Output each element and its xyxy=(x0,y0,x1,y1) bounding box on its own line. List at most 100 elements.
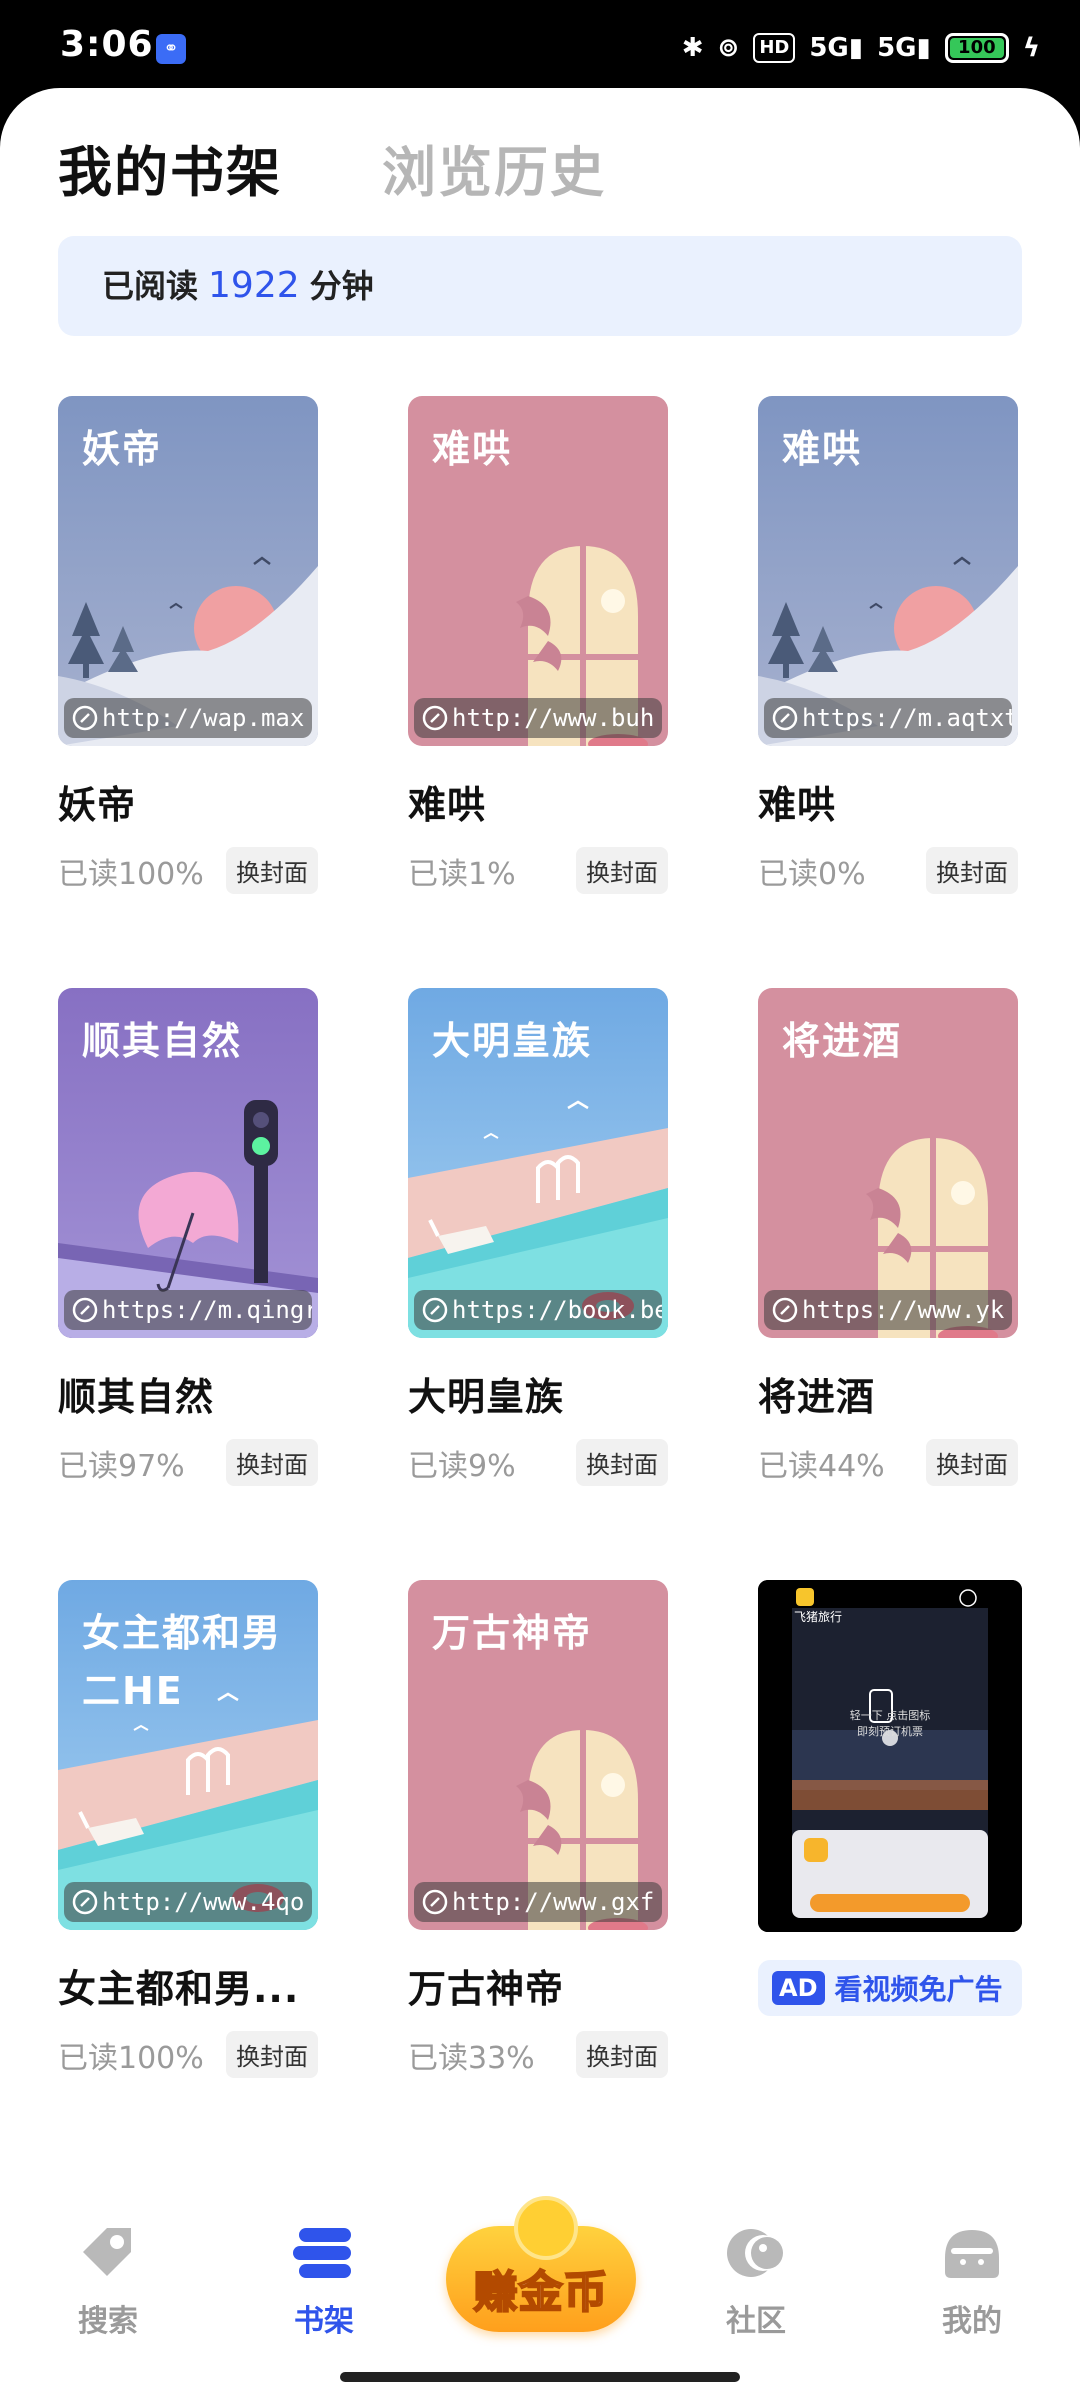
bookshelf-icon xyxy=(293,2228,351,2278)
change-cover-button[interactable]: 换封面 xyxy=(576,2031,668,2078)
book-card[interactable]: 大明皇族 https://book.be 大明皇族已读9% 换封面 xyxy=(408,988,668,1486)
cover-title: 女主都和男二HE xyxy=(82,1611,283,1713)
book-meta: 已读100% 换封面 xyxy=(58,2031,318,2078)
bluetooth-icon: ✱ xyxy=(681,33,704,63)
nav-earn-coins[interactable]: 赚金币 xyxy=(446,2196,636,2336)
book-meta: 已读1% 换封面 xyxy=(408,847,668,894)
source-url: https://m.aqtxt. xyxy=(764,698,1012,738)
reading-prefix: 已阅读 xyxy=(102,267,199,305)
read-progress: 已读100% xyxy=(58,856,204,892)
link-icon xyxy=(772,1296,802,1324)
nav-community[interactable]: 社区 xyxy=(676,2218,836,2340)
status-time: 3:06 xyxy=(60,24,154,65)
book-card[interactable]: 将进酒 https://www.yk 将进酒 已读44% 换封面 xyxy=(758,988,1018,1486)
bottom-nav: 搜索 书架 赚金币 社区 我的 xyxy=(0,2176,1080,2400)
cover-title: 难哄 xyxy=(782,427,863,471)
read-progress: 已读1% xyxy=(408,856,516,892)
book-meta: 已读97% 换封面 xyxy=(58,1439,318,1486)
book-cover[interactable]: 万古神帝 http://www.gxf xyxy=(408,1580,668,1930)
ad-video-text: 轻一下 点击图标 即刻预订机票 xyxy=(849,1709,931,1738)
change-cover-button[interactable]: 换封面 xyxy=(926,847,1018,894)
change-cover-button[interactable]: 换封面 xyxy=(576,847,668,894)
reading-time-banner: 已阅读 1922 分钟 xyxy=(58,236,1022,336)
read-progress: 已读100% xyxy=(58,2040,204,2076)
tab-browse-history[interactable]: 浏览历史 xyxy=(382,128,606,207)
book-card[interactable]: 难哄 http://www.buh 难哄已读1% 换封面 xyxy=(408,396,668,894)
book-title: 女主都和男... xyxy=(58,1967,300,2011)
nav-search[interactable]: 搜索 xyxy=(28,2218,188,2340)
search-tag-icon xyxy=(83,2228,131,2276)
book-cover[interactable]: 妖帝 http://wap.max xyxy=(58,396,318,746)
book-card[interactable]: 顺其自然 https://m.qingr 顺其自然已读97% 换封面 xyxy=(58,988,318,1486)
nav-profile-label: 我的 xyxy=(942,2304,1002,2339)
cover-title: 妖帝 xyxy=(82,427,163,471)
book-cover[interactable]: 女主都和男二HE http://www.4qo xyxy=(58,1580,318,1930)
change-cover-button[interactable]: 换封面 xyxy=(226,2031,318,2078)
nav-profile[interactable]: 我的 xyxy=(892,2218,1052,2340)
ad-card[interactable]: 飞猪旅行轻一下 点击图标 即刻预订机票 AD 看视频免广告 xyxy=(758,1580,1022,2016)
ad-video[interactable]: 飞猪旅行轻一下 点击图标 即刻预订机票 xyxy=(758,1580,1022,1932)
ad-brand: 飞猪旅行 xyxy=(794,1610,843,1624)
watch-video-remove-ads-button[interactable]: AD 看视频免广告 xyxy=(758,1960,1022,2016)
link-icon xyxy=(772,704,802,732)
cover-title: 万古神帝 xyxy=(432,1611,593,1655)
read-progress: 已读0% xyxy=(758,856,866,892)
cover-title: 顺其自然 xyxy=(82,1019,243,1063)
book-title: 难哄 xyxy=(758,783,837,827)
link-icon xyxy=(422,1888,452,1916)
read-progress: 已读33% xyxy=(408,2040,535,2076)
source-url: http://www.4qo xyxy=(64,1882,312,1922)
change-cover-button[interactable]: 换封面 xyxy=(226,847,318,894)
status-bar: 3:06 ⚭ ✱ ⊚ HD 5G▮ 5G▮ 100 ϟ xyxy=(0,0,1080,96)
nav-community-label: 社区 xyxy=(726,2304,786,2339)
bookshelf-page: 我的书架 浏览历史 已阅读 1922 分钟 妖帝 http://wap.max 妖帝 已读… xyxy=(0,88,1080,2400)
book-cover[interactable]: 难哄 https://m.aqtxt. xyxy=(758,396,1018,746)
coin-book-icon xyxy=(514,2196,578,2260)
home-indicator[interactable] xyxy=(340,2372,740,2382)
tab-my-bookshelf[interactable]: 我的书架 xyxy=(58,128,282,207)
link-icon xyxy=(422,1296,452,1324)
source-url: https://m.qingr xyxy=(64,1290,312,1330)
book-card[interactable]: 女主都和男二HE http://www.4qo 女主都和男... 已读100% 换封面 xyxy=(58,1580,318,2078)
book-card[interactable]: 难哄 https://m.aqtxt. 难哄已读0% 换封面 xyxy=(758,396,1018,894)
book-title: 大明皇族 xyxy=(408,1375,565,1419)
book-title: 妖帝 xyxy=(58,783,137,827)
book-cover[interactable]: 将进酒 https://www.yk xyxy=(758,988,1018,1338)
signal-icon-1: 5G▮ xyxy=(809,33,864,63)
book-meta: 已读100% 换封面 xyxy=(58,847,318,894)
tab-bar: 我的书架 浏览历史 xyxy=(58,128,606,207)
hotspot-icon: ⊚ xyxy=(717,33,740,63)
link-icon xyxy=(422,704,452,732)
book-cover[interactable]: 顺其自然 https://m.qingr xyxy=(58,988,318,1338)
battery-icon: 100 xyxy=(944,33,1009,63)
book-card[interactable]: 万古神帝 http://www.gxf 万古神帝 已读33% 换封面 xyxy=(408,1580,668,2078)
book-meta: 已读9% 换封面 xyxy=(408,1439,668,1486)
ad-button-label: 看视频免广告 xyxy=(834,1973,1003,2006)
link-icon xyxy=(72,704,102,732)
book-title: 将进酒 xyxy=(758,1375,876,1419)
nav-bookshelf[interactable]: 书架 xyxy=(244,2218,404,2340)
read-progress: 已读44% xyxy=(758,1448,885,1484)
change-cover-button[interactable]: 换封面 xyxy=(226,1439,318,1486)
source-url: https://book.be xyxy=(414,1290,662,1330)
book-title: 万古神帝 xyxy=(408,1967,565,2011)
cover-title: 大明皇族 xyxy=(432,1019,593,1063)
book-card[interactable]: 妖帝 http://wap.max 妖帝 已读100% 换封面 xyxy=(58,396,318,894)
nav-bookshelf-label: 书架 xyxy=(294,2304,354,2339)
earn-coins-label: 赚金币 xyxy=(473,2266,609,2319)
status-icons: ✱ ⊚ HD 5G▮ 5G▮ 100 ϟ xyxy=(682,28,1040,68)
change-cover-button[interactable]: 换封面 xyxy=(576,1439,668,1486)
cover-title: 将进酒 xyxy=(782,1019,903,1063)
book-cover[interactable]: 难哄 http://www.buh xyxy=(408,396,668,746)
book-meta: 已读33% 换封面 xyxy=(408,2031,668,2078)
read-progress: 已读97% xyxy=(58,1448,185,1484)
source-url: http://www.buh xyxy=(414,698,662,738)
community-icon xyxy=(727,2229,783,2277)
signal-icon-2: 5G▮ xyxy=(877,33,931,63)
book-title: 难哄 xyxy=(408,783,487,827)
book-title: 顺其自然 xyxy=(58,1375,215,1419)
change-cover-button[interactable]: 换封面 xyxy=(926,1439,1018,1486)
book-cover[interactable]: 大明皇族 https://book.be xyxy=(408,988,668,1338)
reading-suffix: 分钟 xyxy=(309,267,374,305)
hd-voice-icon: HD xyxy=(753,33,796,63)
